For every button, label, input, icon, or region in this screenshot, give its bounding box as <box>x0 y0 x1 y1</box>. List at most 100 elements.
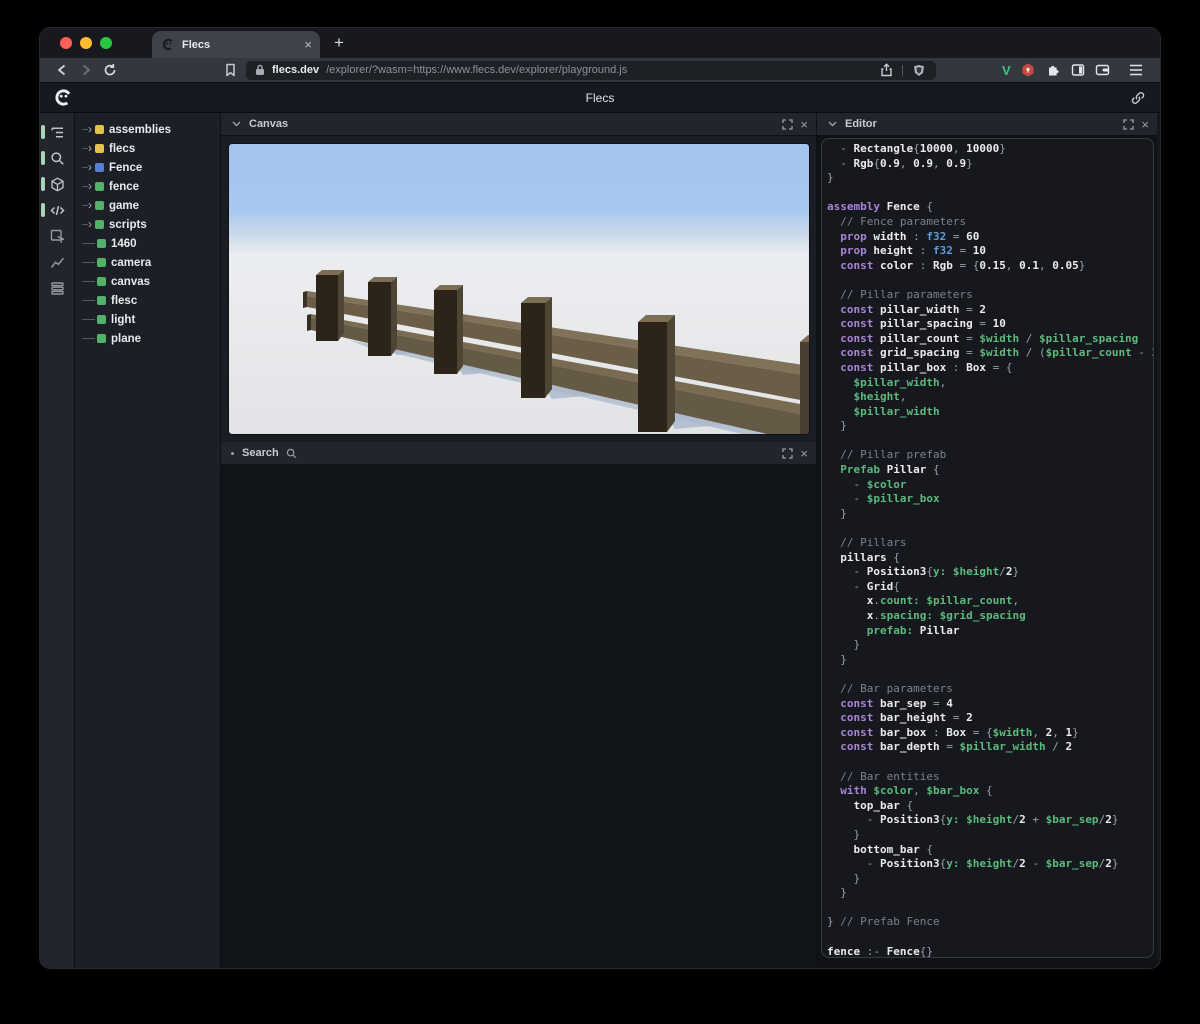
menu-icon[interactable] <box>1128 62 1144 78</box>
chevron-down-icon[interactable] <box>229 117 243 131</box>
code-editor[interactable]: - Rectangle{10000, 10000} - Rgb{0.9, 0.9… <box>821 138 1154 958</box>
tree-item-flesc[interactable]: flesc <box>75 291 220 310</box>
close-window-button[interactable] <box>60 37 72 49</box>
code-line[interactable]: } <box>827 507 1153 522</box>
code-line[interactable]: - $pillar_box <box>827 492 1153 507</box>
code-line[interactable]: const pillar_count = $width / $pillar_sp… <box>827 332 1153 347</box>
code-line[interactable]: const pillar_box : Box = { <box>827 361 1153 376</box>
code-editor-icon[interactable] <box>40 197 74 223</box>
code-line[interactable]: const pillar_width = 2 <box>827 303 1153 318</box>
code-line[interactable]: with $color, $bar_box { <box>827 784 1153 799</box>
code-line[interactable]: - Grid{ <box>827 580 1153 595</box>
query-search-icon[interactable] <box>40 145 74 171</box>
panel-dot-icon[interactable] <box>231 451 234 455</box>
chevron-right-icon[interactable]: › <box>88 161 92 173</box>
fullscreen-icon[interactable] <box>780 117 794 131</box>
code-line[interactable] <box>827 755 1153 770</box>
code-line[interactable]: - Position3{y: $height/2 - $bar_sep/2} <box>827 857 1153 872</box>
code-line[interactable]: fence :- Fence{} <box>827 945 1153 957</box>
sidebar-toggle-icon[interactable] <box>1070 62 1086 78</box>
code-line[interactable]: // Fence parameters <box>827 215 1153 230</box>
extension-red-hex-icon[interactable] <box>1020 62 1036 78</box>
stats-chart-icon[interactable] <box>40 249 74 275</box>
canvas-3d-icon[interactable] <box>40 171 74 197</box>
fullscreen-icon[interactable] <box>1121 117 1135 131</box>
code-line[interactable]: top_bar { <box>827 799 1153 814</box>
tab-close-icon[interactable]: × <box>304 38 312 51</box>
code-line[interactable] <box>827 521 1153 536</box>
tree-item-1460[interactable]: 1460 <box>75 234 220 253</box>
inspector-icon[interactable] <box>40 223 74 249</box>
code-line[interactable]: } // Prefab Fence <box>827 915 1153 930</box>
data-stack-icon[interactable] <box>40 275 74 301</box>
chevron-down-icon[interactable] <box>825 117 839 131</box>
fullscreen-icon[interactable] <box>780 446 794 460</box>
fence-3d-render[interactable] <box>228 143 810 435</box>
code-line[interactable] <box>827 434 1153 449</box>
code-line[interactable]: - Rectangle{10000, 10000} <box>827 142 1153 157</box>
close-icon[interactable]: × <box>800 118 808 131</box>
close-icon[interactable]: × <box>800 447 808 460</box>
code-line[interactable]: const bar_depth = $pillar_width / 2 <box>827 740 1153 755</box>
code-line[interactable]: } <box>827 653 1153 668</box>
code-line[interactable]: const bar_height = 2 <box>827 711 1153 726</box>
chevron-right-icon[interactable]: › <box>88 180 92 192</box>
code-line[interactable]: x.spacing: $grid_spacing <box>827 609 1153 624</box>
code-line[interactable]: - Position3{y: $height/2} <box>827 565 1153 580</box>
code-line[interactable]: - $color <box>827 478 1153 493</box>
tree-item-Fence[interactable]: › Fence <box>75 158 220 177</box>
code-line[interactable] <box>827 930 1153 945</box>
code-line[interactable]: prop width : f32 = 60 <box>827 230 1153 245</box>
code-line[interactable]: } <box>827 638 1153 653</box>
chevron-right-icon[interactable]: › <box>88 123 92 135</box>
share-icon[interactable] <box>878 62 894 78</box>
code-line[interactable]: // Pillar parameters <box>827 288 1153 303</box>
code-line[interactable] <box>827 901 1153 916</box>
code-line[interactable]: } <box>827 886 1153 901</box>
code-line[interactable]: const grid_spacing = $width / ($pillar_c… <box>827 346 1153 361</box>
code-line[interactable]: $pillar_width <box>827 405 1153 420</box>
code-line[interactable]: const bar_sep = 4 <box>827 697 1153 712</box>
code-line[interactable]: Prefab Pillar { <box>827 463 1153 478</box>
code-line[interactable]: x.count: $pillar_count, <box>827 594 1153 609</box>
code-line[interactable]: - Position3{y: $height/2 + $bar_sep/2} <box>827 813 1153 828</box>
zoom-window-button[interactable] <box>100 37 112 49</box>
code-line[interactable] <box>827 667 1153 682</box>
code-line[interactable]: prefab: Pillar <box>827 624 1153 639</box>
code-content[interactable]: - Rectangle{10000, 10000} - Rgb{0.9, 0.9… <box>827 142 1153 957</box>
url-bar[interactable]: flecs.dev /explorer/?wasm=https://www.fl… <box>246 60 936 80</box>
back-icon[interactable] <box>54 62 70 78</box>
code-line[interactable]: // Pillars <box>827 536 1153 551</box>
bookmark-icon[interactable] <box>222 62 238 78</box>
brave-shield-icon[interactable] <box>911 62 927 78</box>
code-line[interactable]: } <box>827 828 1153 843</box>
chevron-right-icon[interactable]: › <box>88 218 92 230</box>
tree-item-canvas[interactable]: canvas <box>75 272 220 291</box>
new-tab-button[interactable]: + <box>334 33 344 53</box>
code-line[interactable]: } <box>827 872 1153 887</box>
close-icon[interactable]: × <box>1141 118 1149 131</box>
tree-item-plane[interactable]: plane <box>75 329 220 348</box>
code-line[interactable]: // Pillar prefab <box>827 448 1153 463</box>
extensions-puzzle-icon[interactable] <box>1045 62 1061 78</box>
tree-item-light[interactable]: light <box>75 310 220 329</box>
code-line[interactable]: // Bar entities <box>827 770 1153 785</box>
chevron-right-icon[interactable]: › <box>88 199 92 211</box>
code-line[interactable]: bottom_bar { <box>827 843 1153 858</box>
code-line[interactable]: // Bar parameters <box>827 682 1153 697</box>
browser-tab[interactable]: Flecs × <box>152 31 320 58</box>
code-line[interactable] <box>827 273 1153 288</box>
code-line[interactable] <box>827 186 1153 201</box>
tree-item-scripts[interactable]: › scripts <box>75 215 220 234</box>
code-line[interactable]: $height, <box>827 390 1153 405</box>
tree-item-assemblies[interactable]: › assemblies <box>75 120 220 139</box>
code-line[interactable]: } <box>827 171 1153 186</box>
tree-item-game[interactable]: › game <box>75 196 220 215</box>
forward-icon[interactable] <box>78 62 94 78</box>
minimize-window-button[interactable] <box>80 37 92 49</box>
code-line[interactable]: const bar_box : Box = {$width, 2, 1} <box>827 726 1153 741</box>
code-line[interactable]: prop height : f32 = 10 <box>827 244 1153 259</box>
code-line[interactable]: $pillar_width, <box>827 376 1153 391</box>
reload-icon[interactable] <box>102 62 118 78</box>
code-line[interactable]: pillars { <box>827 551 1153 566</box>
